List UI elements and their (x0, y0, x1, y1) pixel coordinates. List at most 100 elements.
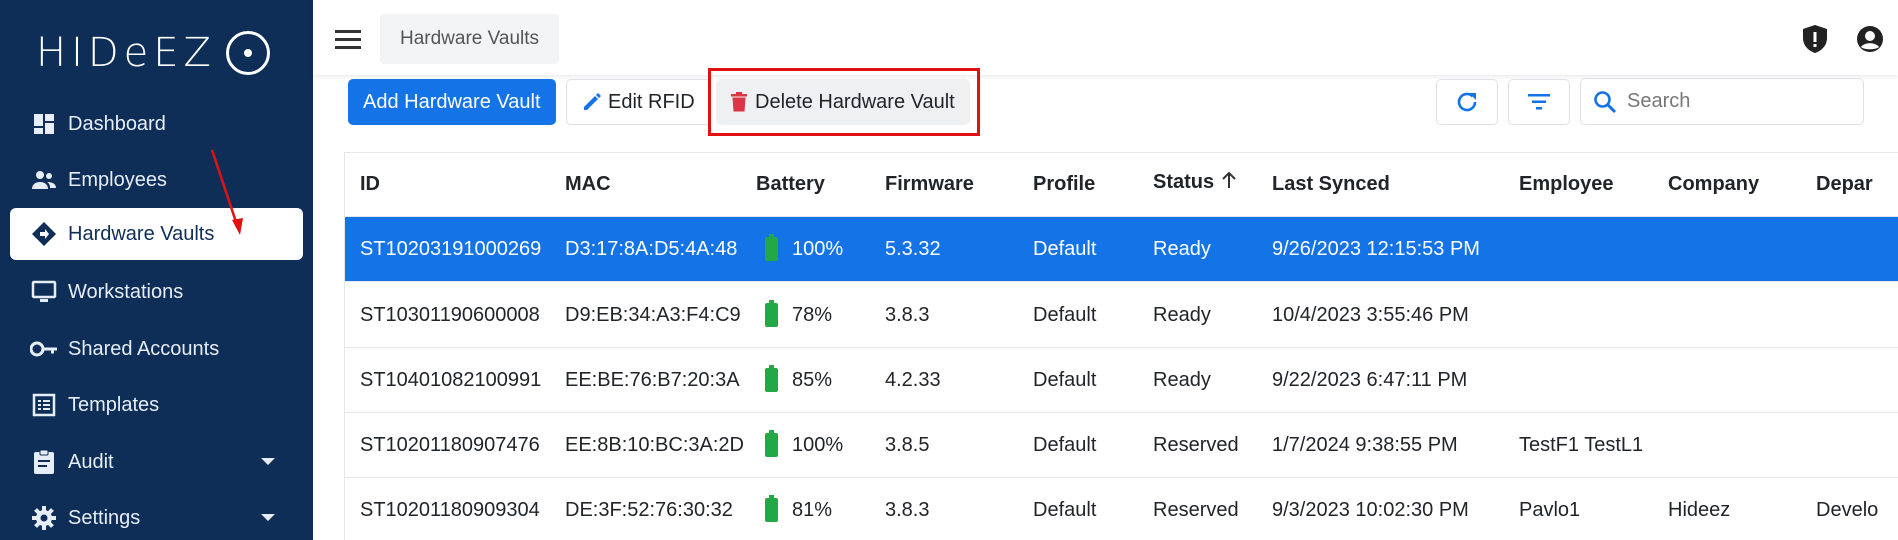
cell-profile: Default (1033, 303, 1097, 326)
pencil-icon (582, 92, 602, 112)
sidebar-item-templates[interactable]: Templates (10, 379, 303, 431)
battery-value: 81% (792, 498, 833, 521)
cell-last-synced: 9/22/2023 6:47:11 PM (1272, 368, 1468, 391)
column-header-department[interactable]: Depar (1816, 153, 1873, 216)
chevron-down-icon (261, 458, 275, 465)
cell-id: ST10301190600008 (360, 303, 540, 326)
sidebar-item-audit[interactable]: Audit (10, 436, 303, 488)
table-row[interactable]: ST10201180907476 EE:8B:10:BC:3A:2D 100% … (345, 413, 1898, 478)
people-icon (30, 166, 58, 194)
sidebar-item-label: Hardware Vaults (68, 222, 215, 245)
monitor-icon (30, 278, 58, 306)
table-header-row: ID MAC Battery Firmware Profile Status L… (345, 153, 1898, 217)
cell-profile: Default (1033, 368, 1097, 391)
column-header-id[interactable]: ID (360, 153, 380, 216)
edit-rfid-label: Edit RFID (608, 90, 695, 113)
chevron-down-icon (261, 514, 275, 521)
cell-battery: 100% (765, 217, 843, 281)
battery-icon (765, 365, 778, 392)
breadcrumb: Hardware Vaults (380, 14, 560, 64)
shield-alert-icon[interactable] (1800, 24, 1830, 54)
cell-status: Ready (1153, 303, 1211, 326)
battery-icon (765, 430, 778, 457)
refresh-icon (1455, 90, 1479, 114)
sidebar-item-workstations[interactable]: Workstations (10, 266, 303, 318)
sidebar-item-hardware-vaults[interactable]: Hardware Vaults (10, 208, 303, 260)
filter-button[interactable] (1508, 79, 1570, 125)
battery-icon (765, 300, 778, 327)
cell-id: ST10401082100991 (360, 368, 542, 391)
cell-profile: Default (1033, 237, 1097, 260)
column-header-mac[interactable]: MAC (565, 153, 611, 216)
column-header-last-synced[interactable]: Last Synced (1272, 153, 1390, 216)
cell-mac: D3:17:8A:D5:4A:48 (565, 237, 738, 260)
gear-icon (30, 504, 58, 532)
hardware-vaults-table: ID MAC Battery Firmware Profile Status L… (344, 152, 1898, 540)
refresh-button[interactable] (1436, 79, 1498, 125)
search-icon (1593, 90, 1617, 114)
battery-value: 78% (792, 303, 833, 326)
column-header-profile[interactable]: Profile (1033, 153, 1095, 216)
column-header-status[interactable]: Status (1153, 153, 1236, 214)
column-header-employee[interactable]: Employee (1519, 153, 1613, 216)
column-header-battery[interactable]: Battery (756, 153, 825, 216)
cell-id: ST10201180907476 (360, 433, 540, 456)
top-header: Hardware Vaults (313, 0, 1898, 75)
column-header-company[interactable]: Company (1668, 153, 1759, 216)
table-row[interactable]: ST10203191000269 D3:17:8A:D5:4A:48 100% … (345, 217, 1898, 282)
diamond-arrow-icon (30, 220, 58, 248)
cell-firmware: 5.3.32 (885, 237, 941, 260)
sidebar-item-shared-accounts[interactable]: Shared Accounts (10, 323, 303, 375)
cell-profile: Default (1033, 433, 1097, 456)
sidebar: HIDeEZ Dashboard Employees Hardware Vaul… (0, 0, 313, 540)
battery-icon (765, 234, 778, 261)
sidebar-item-employees[interactable]: Employees (10, 154, 303, 206)
cell-last-synced: 10/4/2023 3:55:46 PM (1272, 303, 1469, 326)
battery-icon (765, 495, 778, 522)
sidebar-item-dashboard[interactable]: Dashboard (10, 98, 303, 150)
table-row[interactable]: ST10401082100991 EE:BE:76:B7:20:3A 85% 4… (345, 348, 1898, 413)
cell-battery: 81% (765, 478, 832, 540)
cell-last-synced: 1/7/2024 9:38:55 PM (1272, 433, 1458, 456)
sidebar-item-label: Employees (68, 168, 167, 191)
cell-battery: 78% (765, 283, 832, 347)
cell-profile: Default (1033, 498, 1097, 521)
cell-status: Reserved (1153, 433, 1239, 456)
cell-status: Ready (1153, 368, 1211, 391)
logo-text: HIDeEZ (36, 30, 216, 76)
sidebar-item-label: Templates (68, 393, 160, 416)
search-box[interactable] (1580, 78, 1864, 125)
battery-value: 85% (792, 368, 833, 391)
cell-last-synced: 9/26/2023 12:15:53 PM (1272, 237, 1480, 260)
hideez-logo[interactable]: HIDeEZ (36, 30, 270, 76)
clipboard-icon (30, 448, 58, 476)
menu-icon[interactable] (335, 30, 361, 50)
sidebar-item-settings[interactable]: Settings (10, 492, 303, 540)
table-row[interactable]: ST10201180909304 DE:3F:52:76:30:32 81% 3… (345, 478, 1898, 540)
sort-ascending-icon (1222, 171, 1236, 195)
key-icon (30, 335, 58, 363)
cell-mac: DE:3F:52:76:30:32 (565, 498, 733, 521)
annotation-arrow (210, 149, 243, 235)
cell-firmware: 4.2.33 (885, 368, 941, 391)
cell-firmware: 3.8.5 (885, 433, 930, 456)
battery-value: 100% (792, 433, 844, 456)
cell-battery: 85% (765, 348, 832, 412)
cell-firmware: 3.8.3 (885, 303, 930, 326)
add-hardware-vault-button[interactable]: Add Hardware Vault (348, 79, 556, 125)
cell-id: ST10201180909304 (360, 498, 540, 521)
edit-rfid-button[interactable]: Edit RFID (566, 79, 711, 125)
dashboard-icon (30, 110, 58, 138)
cell-mac: EE:BE:76:B7:20:3A (565, 368, 740, 391)
sidebar-item-label: Audit (68, 450, 114, 473)
cell-battery: 100% (765, 413, 843, 477)
cell-employee: Pavlo1 (1519, 498, 1581, 521)
cell-company: Hideez (1668, 498, 1731, 521)
column-header-firmware[interactable]: Firmware (885, 153, 974, 216)
table-row[interactable]: ST10301190600008 D9:EB:34:A3:F4:C9 78% 3… (345, 283, 1898, 348)
cell-mac: D9:EB:34:A3:F4:C9 (565, 303, 741, 326)
search-input[interactable] (1627, 90, 1847, 113)
account-icon[interactable] (1855, 24, 1885, 54)
cell-firmware: 3.8.3 (885, 498, 930, 521)
column-header-status-label: Status (1153, 171, 1215, 193)
